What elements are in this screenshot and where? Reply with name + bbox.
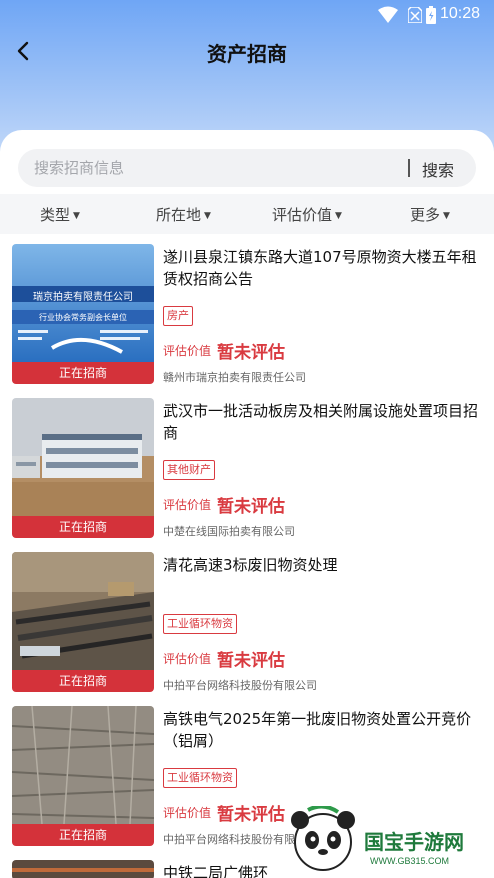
category-tag: 工业循环物资	[163, 768, 237, 788]
listing-image[interactable]: 正在招商	[12, 706, 154, 846]
banner-subtitle-text: 行业协会常务副会长单位	[39, 313, 127, 322]
caret-down-icon: ▼	[73, 211, 80, 221]
organization-name: 中拍平台网络科技股份有限公司	[163, 679, 317, 692]
rail-site-image	[12, 860, 154, 878]
listing-image[interactable]: 正在招商	[12, 552, 154, 692]
listing-card[interactable]: 瑞京拍卖有限责任公司 行业协会常务副会长单位 正在招商 遂川县泉江镇东路大道10…	[0, 244, 494, 386]
wifi-icon	[378, 6, 398, 23]
listing-image[interactable]: 瑞京拍卖有限责任公司 行业协会常务副会长单位 正在招商	[12, 244, 154, 384]
battery-charging-icon	[426, 6, 436, 24]
status-bar: 10:28	[0, 0, 494, 30]
status-badge: 正在招商	[12, 670, 154, 692]
caret-down-icon: ▼	[443, 211, 450, 221]
filter-valuation[interactable]: 评估价值 ▼	[272, 204, 342, 225]
valuation-label: 评估价值	[163, 344, 212, 358]
listing-title[interactable]: 清花高速3标废旧物资处理	[163, 554, 483, 576]
auction-company-banner-image	[12, 244, 154, 362]
filter-type[interactable]: 类型 ▼	[40, 204, 80, 225]
filter-label: 更多	[410, 206, 441, 224]
status-badge: 正在招商	[12, 516, 154, 538]
category-tag: 工业循环物资	[163, 614, 237, 634]
watermark-text: 国宝手游网	[364, 830, 464, 854]
search-bar: 搜索	[18, 149, 476, 187]
valuation-value: 暂未评估	[217, 497, 285, 517]
nav-bar: 资产招商	[0, 30, 494, 76]
listing-image[interactable]: 正在招商	[12, 398, 154, 538]
no-sim-icon	[408, 7, 422, 23]
status-time: 10:28	[439, 5, 480, 22]
valuation-label: 评估价值	[163, 806, 212, 820]
valuation-value: 暂未评估	[217, 343, 285, 363]
page-title: 资产招商	[207, 42, 287, 66]
filter-location[interactable]: 所在地 ▼	[156, 204, 211, 225]
valuation-value: 暂未评估	[217, 651, 285, 671]
prefab-buildings-image	[12, 398, 154, 516]
category-tag: 其他财产	[163, 460, 215, 480]
caret-down-icon: ▼	[204, 211, 211, 221]
search-button[interactable]: 搜索	[422, 157, 454, 181]
organization-name: 赣州市瑞京拍卖有限责任公司	[163, 371, 306, 384]
content-sheet: 搜索 类型▼ 所在地▼ 评估价值▼ 更多▼	[0, 130, 494, 878]
filter-bar: 类型 ▼ 所在地 ▼ 评估价值 ▼ 更多 ▼	[0, 194, 494, 234]
filter-more[interactable]: 更多 ▼	[410, 204, 450, 225]
listing-title[interactable]: 武汉市一批活动板房及相关附属设施处置项目招商	[163, 400, 483, 444]
banner-company-text: 瑞京拍卖有限责任公司	[33, 292, 133, 303]
valuation-label: 评估价值	[163, 652, 212, 666]
panda-logo-icon	[291, 806, 355, 871]
listing-card[interactable]: 正在招商 武汉市一批活动板房及相关附属设施处置项目招商 其他财产 评估价值 暂未…	[0, 398, 494, 540]
valuation-label: 评估价值	[163, 498, 212, 512]
caret-down-icon: ▼	[335, 211, 342, 221]
status-badge: 正在招商	[12, 362, 154, 384]
filter-label: 所在地	[156, 206, 202, 224]
status-badge: 正在招商	[12, 824, 154, 846]
listing-title[interactable]: 遂川县泉江镇东路大道107号原物资大楼五年租赁权招商公告	[163, 246, 483, 290]
listing-image[interactable]	[12, 860, 154, 878]
filter-label: 评估价值	[272, 206, 333, 224]
watermark-url: WWW.GB315.COM	[370, 856, 450, 866]
search-input[interactable]	[34, 149, 394, 187]
watermark: 国宝手游网 WWW.GB315.COM	[270, 790, 494, 878]
listing-title[interactable]: 高铁电气2025年第一批废旧物资处置公开竞价（铝屑）	[163, 708, 483, 752]
search-divider	[408, 159, 410, 177]
filter-label: 类型	[40, 206, 71, 224]
listing-card[interactable]: 正在招商 清花高速3标废旧物资处理 工业循环物资 评估价值 暂未评估 中拍平台网…	[0, 552, 494, 694]
scrap-materials-image	[12, 552, 154, 670]
category-tag: 房产	[163, 306, 193, 326]
organization-name: 中楚在线国际拍卖有限公司	[163, 525, 295, 538]
aluminum-shavings-image	[12, 706, 154, 824]
